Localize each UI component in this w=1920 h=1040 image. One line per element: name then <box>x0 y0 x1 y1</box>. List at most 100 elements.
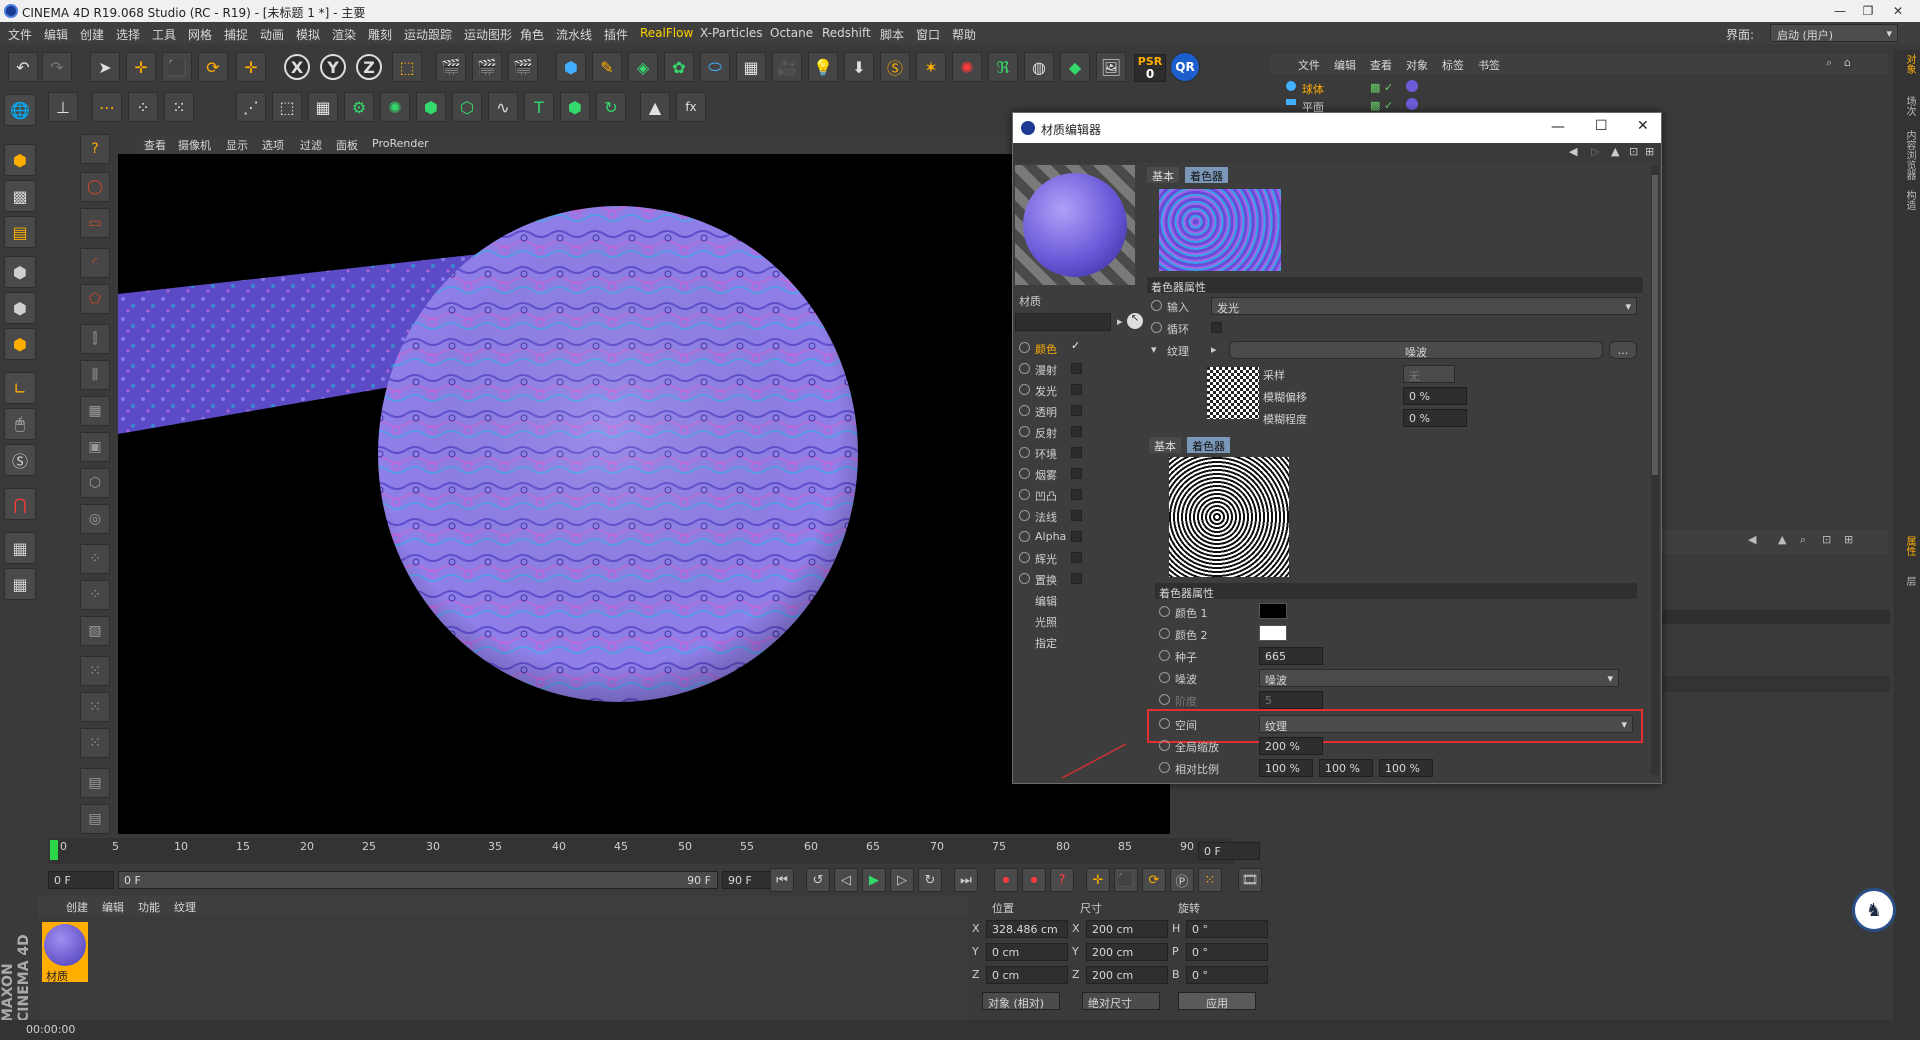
timeline-ruler[interactable]: 0 5 10 15 20 25 30 35 40 45 50 55 60 65 … <box>48 838 1260 864</box>
rect-select-icon[interactable]: ⁘ <box>128 92 158 122</box>
size-z-field[interactable]: 200 cm <box>1086 966 1168 984</box>
bevel-icon[interactable]: ⬡ <box>80 468 110 498</box>
mat-menu-function[interactable]: 功能 <box>138 899 160 915</box>
fx-icon[interactable]: fx <box>676 92 706 122</box>
pyramid-icon[interactable]: ▲ <box>640 92 670 122</box>
grid-tool-5-icon[interactable]: ⁙ <box>80 692 110 722</box>
material-tag-icon[interactable] <box>1406 80 1418 92</box>
grid-tool-4-icon[interactable]: ⁙ <box>80 656 110 686</box>
blur-amount-field[interactable]: 0 % <box>1403 409 1467 427</box>
menu-pipeline[interactable]: 流水线 <box>556 26 592 43</box>
maximize-icon[interactable]: ☐ <box>1595 118 1608 134</box>
realflow-icon[interactable]: ℜ <box>988 52 1018 82</box>
menu-snap[interactable]: 捕捉 <box>224 26 248 43</box>
playhead-marker[interactable] <box>50 840 58 860</box>
arrow-right-icon[interactable]: ▸ <box>1211 343 1217 356</box>
select-arrow-icon[interactable]: ➤ <box>90 52 120 82</box>
loop-cut-icon[interactable]: ⫼ <box>80 360 110 390</box>
position-y-field[interactable]: 0 cm <box>986 943 1068 961</box>
menu-help[interactable]: 帮助 <box>952 26 976 43</box>
blur-offset-field[interactable]: 0 % <box>1403 387 1467 405</box>
channel-checkbox[interactable] <box>1071 468 1082 479</box>
render-picture-viewer-icon[interactable]: 🎬 <box>472 52 502 82</box>
redo-icon[interactable]: ↷ <box>42 52 72 82</box>
coord-mode-select[interactable]: 对象 (相对) <box>982 992 1060 1010</box>
back-arrow-icon[interactable]: ◀ <box>1748 533 1756 546</box>
grid-snap-icon[interactable]: ▦ <box>4 568 36 600</box>
channel-checkbox[interactable] <box>1071 447 1082 458</box>
picture-viewer-icon[interactable]: 🖼 <box>1096 52 1126 82</box>
side-tab-content-browser[interactable]: 内容浏览器 <box>1897 130 1917 180</box>
menu-character[interactable]: 角色 <box>520 26 544 43</box>
menu-simulate[interactable]: 模拟 <box>296 26 320 43</box>
lock-icon[interactable]: ⊡ <box>1629 145 1638 158</box>
menu-tools[interactable]: 工具 <box>152 26 176 43</box>
qr-icon[interactable]: QR <box>1170 52 1200 82</box>
position-x-field[interactable]: 328.486 cm <box>986 920 1068 938</box>
go-to-end-icon[interactable]: ⏭ <box>954 868 978 892</box>
seed-field[interactable]: 665 <box>1259 647 1323 665</box>
y-axis-lock-icon[interactable]: Y <box>320 54 346 80</box>
channel-checkbox[interactable] <box>1071 384 1082 395</box>
input-select[interactable]: 发光 ▾ <box>1211 297 1637 315</box>
go-to-start-icon[interactable]: ⏮ <box>770 868 794 892</box>
grid-tool-7-icon[interactable]: ▤ <box>80 768 110 798</box>
key-scale-icon[interactable]: ⬛ <box>1114 868 1138 892</box>
tab-basic[interactable]: 基本 <box>1147 167 1179 183</box>
menu-script[interactable]: 脚本 <box>880 26 904 43</box>
side-tab-objects[interactable]: 对象 <box>1897 54 1917 74</box>
material-name-field[interactable] <box>1015 313 1111 331</box>
bridge-icon[interactable]: ▦ <box>80 396 110 426</box>
channel-normal[interactable]: 法线 <box>1015 507 1135 525</box>
menu-window[interactable]: 窗口 <box>916 26 940 43</box>
visibility-icon[interactable]: ▩ ✓ <box>1370 99 1393 112</box>
channel-environment[interactable]: 环境 <box>1015 444 1135 462</box>
menu-redshift[interactable]: Redshift <box>822 26 871 40</box>
menu-edit[interactable]: 编辑 <box>44 26 68 43</box>
cube-outline-icon[interactable]: ⬡ <box>452 92 482 122</box>
viewport-menu-options[interactable]: 选项 <box>262 137 284 153</box>
text-icon[interactable]: T <box>524 92 554 122</box>
menu-select[interactable]: 选择 <box>116 26 140 43</box>
auto-key-icon[interactable]: ⏺ <box>1022 868 1046 892</box>
search-icon[interactable]: ⌕ <box>1800 533 1806 547</box>
lasso-select-icon[interactable]: ⁙ <box>164 92 194 122</box>
live-select-icon[interactable]: ⋯ <box>92 92 122 122</box>
obj-menu-edit[interactable]: 编辑 <box>1334 57 1356 73</box>
rect-select-side-icon[interactable]: ▭ <box>80 208 110 238</box>
channel-glow[interactable]: 辉光 <box>1015 549 1135 567</box>
menu-mograph[interactable]: 运动图形 <box>464 26 512 43</box>
color2-swatch[interactable] <box>1259 625 1287 641</box>
prev-key-icon[interactable]: ↺ <box>806 868 830 892</box>
channel-transparency[interactable]: 透明 <box>1015 402 1135 420</box>
polygon-select-side-icon[interactable]: ⬠ <box>80 284 110 314</box>
circle-select-icon[interactable]: ◯ <box>80 172 110 202</box>
sphere-grid-icon[interactable]: ◍ <box>1024 52 1054 82</box>
relative-scale-x-field[interactable]: 100 % <box>1259 759 1313 777</box>
checkmark-icon[interactable]: ✓ <box>1071 339 1080 352</box>
input-radio[interactable] <box>1151 300 1162 311</box>
up-arrow-icon[interactable]: ▲ <box>1611 145 1619 158</box>
loop-radio[interactable] <box>1151 322 1162 333</box>
interface-select[interactable]: 启动 (用户) ▾ <box>1770 24 1898 42</box>
cube-green-icon[interactable]: ⬢ <box>416 92 446 122</box>
inner-tab-basic[interactable]: 基本 <box>1149 437 1181 453</box>
channel-displacement[interactable]: 置换 <box>1015 570 1135 588</box>
channel-checkbox[interactable] <box>1071 531 1082 542</box>
recent-tool-icon[interactable]: ✛ <box>236 52 266 82</box>
channel-checkbox[interactable] <box>1071 405 1082 416</box>
size-y-field[interactable]: 200 cm <box>1086 943 1168 961</box>
arrow-right-icon[interactable]: ▸ <box>1117 315 1123 328</box>
expand-triangle-icon[interactable]: ▾ <box>1151 343 1157 356</box>
minimize-icon[interactable]: — <box>1832 3 1848 19</box>
noise-radio[interactable] <box>1159 672 1170 683</box>
viewport-menu-camera[interactable]: 摄像机 <box>178 137 211 153</box>
render-settings-icon[interactable]: 🎬 <box>508 52 538 82</box>
record-icon[interactable]: ⏺ <box>994 868 1018 892</box>
menu-mesh[interactable]: 网格 <box>188 26 212 43</box>
keyframe-selection-icon[interactable]: ? <box>1050 868 1074 892</box>
viewport-menu-display[interactable]: 显示 <box>226 137 248 153</box>
move-icon[interactable]: ✛ <box>126 52 156 82</box>
channel-checkbox[interactable] <box>1071 552 1082 563</box>
key-param-icon[interactable]: Ⓟ <box>1170 868 1194 892</box>
